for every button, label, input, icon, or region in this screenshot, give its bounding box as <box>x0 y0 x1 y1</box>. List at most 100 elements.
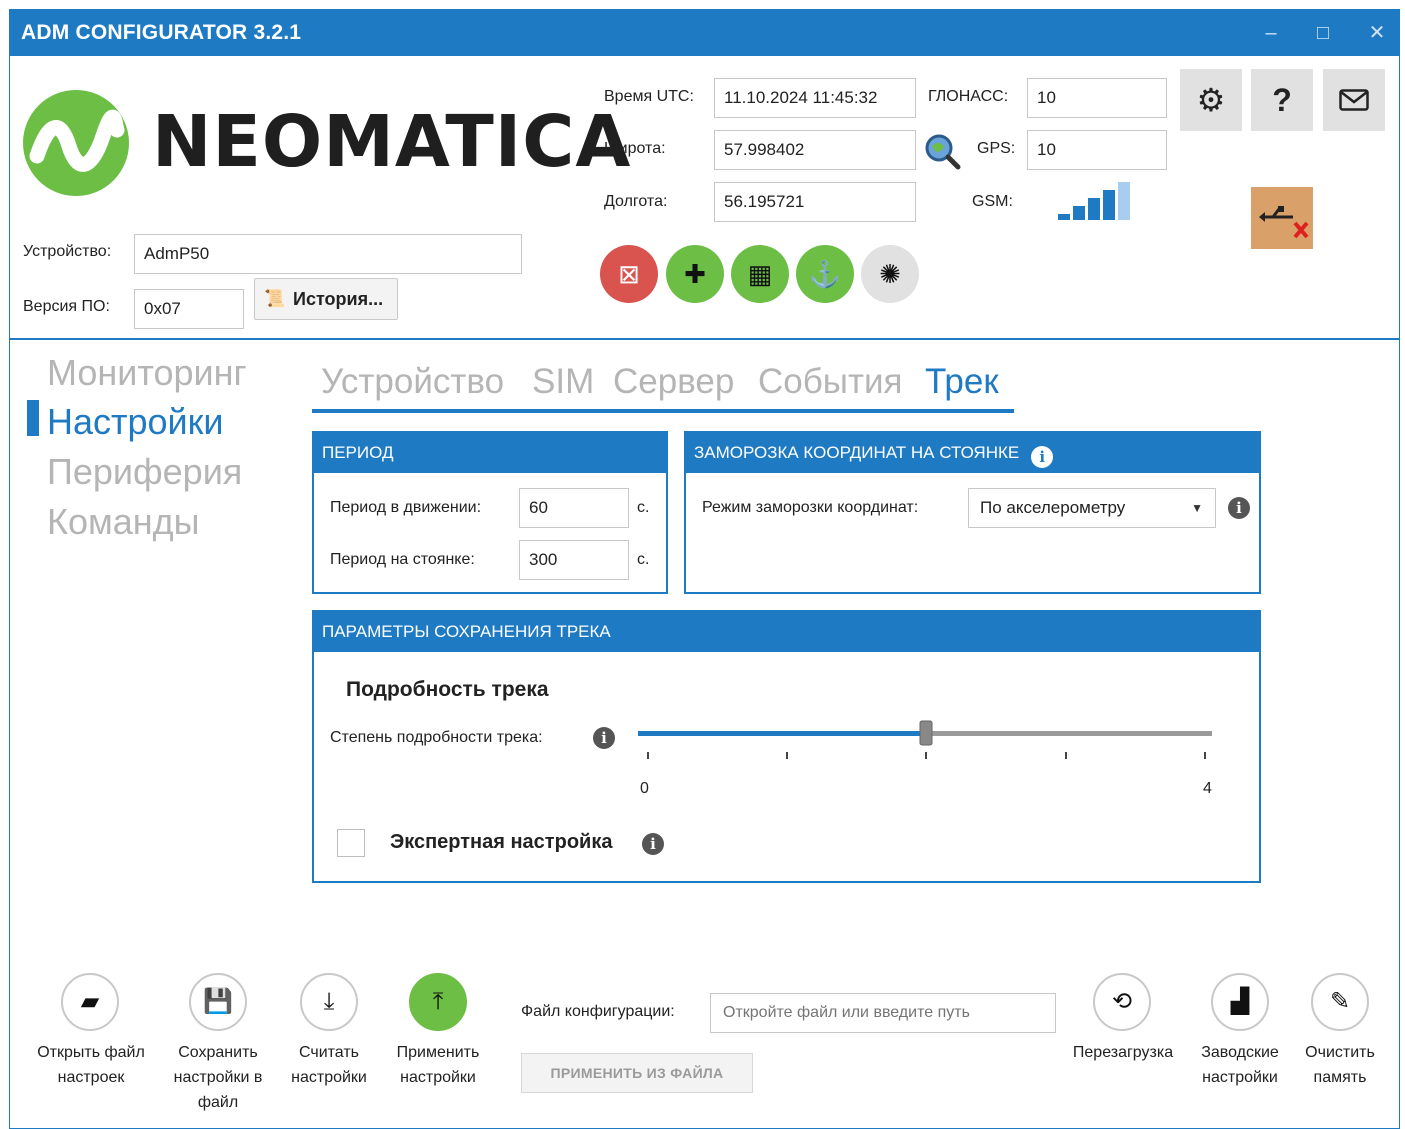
anchor-icon: ⚓ <box>796 245 854 303</box>
sidebar-item-settings[interactable]: Настройки <box>47 401 224 443</box>
tab-sim[interactable]: SIM <box>532 362 594 402</box>
settings-gear-icon[interactable]: ⚙ <box>1180 69 1242 131</box>
freeze-panel: ЗАМОРОЗКА КООРДИНАТ НА СТОЯНКЕ i Режим за… <box>684 431 1261 594</box>
history-button-label: История... <box>293 289 384 309</box>
sidebar-item-peripherals[interactable]: Периферия <box>47 451 242 493</box>
tab-underline <box>312 409 1014 413</box>
factory-label-line1: Заводские <box>1201 1044 1279 1061</box>
open-folder-icon[interactable]: ▰ <box>61 973 119 1031</box>
freeze-panel-header: ЗАМОРОЗКА КООРДИНАТ НА СТОЯНКЕ i <box>686 433 1259 473</box>
save-label-line2: настройки в <box>173 1069 263 1086</box>
open-label-line1: Открыть файл <box>37 1044 145 1061</box>
history-button[interactable]: 📜 История... <box>254 278 398 320</box>
parking-period-label: Период на стоянке: <box>330 551 475 568</box>
slider-min-label: 0 <box>640 780 649 797</box>
save-label-line1: Сохранить <box>178 1044 258 1061</box>
maximize-icon[interactable]: □ <box>1306 18 1340 48</box>
latitude-label: Широта: <box>604 140 666 157</box>
slider-max-label: 4 <box>1203 780 1212 797</box>
config-file-label: Файл конфигурации: <box>521 1003 675 1020</box>
longitude-field: 56.195721 <box>714 182 916 222</box>
map-icon: ▦ <box>731 245 789 303</box>
clear-memory-label[interactable]: Очистить память <box>1295 1040 1385 1090</box>
apply-label-line2: настройки <box>400 1069 476 1086</box>
factory-label-line2: настройки <box>1202 1069 1278 1086</box>
period-panel-header: ПЕРИОД <box>314 433 666 473</box>
track-detail-label: Степень подробности трека: <box>330 729 543 746</box>
expert-label: Экспертная настройка <box>390 831 613 853</box>
longitude-label: Долгота: <box>604 193 668 210</box>
moving-period-unit: с. <box>637 499 650 516</box>
parking-period-unit: с. <box>637 551 650 568</box>
info-icon[interactable]: i <box>593 727 615 749</box>
gps-label: GPS: <box>977 140 1016 157</box>
open-label-line2: настроек <box>57 1069 125 1086</box>
download-icon[interactable]: ⤓ <box>300 973 358 1031</box>
gsm-label: GSM: <box>972 193 1013 210</box>
scroll-icon: 📜 <box>264 289 286 308</box>
factory-settings-label[interactable]: Заводские настройки <box>1190 1040 1290 1090</box>
power-plug-icon: ✚ <box>666 245 724 303</box>
clear-memory-icon[interactable]: ✎ <box>1311 973 1369 1031</box>
tab-events[interactable]: События <box>758 362 902 402</box>
map-search-icon[interactable] <box>922 130 962 170</box>
period-panel: ПЕРИОД Период в движении: 60 с. Период н… <box>312 431 668 594</box>
alarm-light-icon: ✺ <box>861 245 919 303</box>
logo-text: NEOMATICA <box>152 100 632 183</box>
config-file-input[interactable] <box>710 993 1056 1033</box>
logo-mark-icon <box>23 90 129 196</box>
apply-settings-label[interactable]: Применить настройки <box>388 1040 488 1090</box>
mail-icon[interactable] <box>1323 69 1385 131</box>
title-bar: ADM CONFIGURATOR 3.2.1 ‒ □ ✕ <box>10 10 1399 56</box>
info-icon[interactable]: i <box>642 833 664 855</box>
device-field[interactable]: AdmP50 <box>134 234 522 274</box>
tab-server[interactable]: Сервер <box>613 362 734 402</box>
track-detail-slider[interactable] <box>638 718 1214 760</box>
close-icon[interactable]: ✕ <box>1360 18 1394 48</box>
utc-label: Время UTC: <box>604 88 694 105</box>
window-title: ADM CONFIGURATOR 3.2.1 <box>21 21 302 44</box>
firmware-label: Версия ПО: <box>23 298 110 315</box>
save-disk-icon[interactable]: 💾 <box>189 973 247 1031</box>
clear-label-line1: Очистить <box>1305 1044 1375 1061</box>
factory-icon[interactable]: ▟ <box>1211 973 1269 1031</box>
save-label-line3: файл <box>197 1094 239 1111</box>
open-settings-label[interactable]: Открыть файл настроек <box>26 1040 156 1090</box>
moving-period-label: Период в движении: <box>330 499 482 516</box>
sidebar-item-commands[interactable]: Команды <box>47 501 200 543</box>
no-connection-icon: ⊠ <box>600 245 658 303</box>
expert-checkbox[interactable] <box>337 829 365 857</box>
help-icon[interactable]: ? <box>1251 69 1313 131</box>
header-panel: NEOMATICA Устройство: AdmP50 Версия ПО: … <box>10 56 1399 340</box>
clear-label-line2: память <box>1313 1069 1367 1086</box>
track-detail-heading: Подробность трека <box>346 678 549 701</box>
track-panel-header: ПАРАМЕТРЫ СОХРАНЕНИЯ ТРЕКА <box>314 612 1259 652</box>
info-icon[interactable]: i <box>1228 497 1250 519</box>
save-settings-label[interactable]: Сохранить настройки в файл <box>158 1040 278 1115</box>
freeze-mode-value: По акселерометру <box>980 498 1126 517</box>
sidebar-item-monitoring[interactable]: Мониторинг <box>47 352 247 394</box>
tab-track[interactable]: Трек <box>925 362 999 402</box>
apply-from-file-button[interactable]: ПРИМЕНИТЬ ИЗ ФАЙЛА <box>521 1053 753 1093</box>
dropdown-arrow-icon: ▼ <box>1191 501 1203 515</box>
freeze-panel-title: ЗАМОРОЗКА КООРДИНАТ НА СТОЯНКЕ <box>694 443 1020 462</box>
gps-field: 10 <box>1027 130 1167 170</box>
reboot-label[interactable]: Перезагрузка <box>1063 1040 1183 1065</box>
tab-device[interactable]: Устройство <box>321 362 504 402</box>
parking-period-field[interactable]: 300 <box>519 540 629 580</box>
glonass-label: ГЛОНАСС: <box>928 88 1009 105</box>
device-label: Устройство: <box>23 243 112 260</box>
info-icon[interactable]: i <box>1031 446 1054 468</box>
read-label-line1: Считать <box>298 1044 359 1061</box>
firmware-field[interactable]: 0x07 <box>134 289 244 329</box>
sidebar-active-marker <box>27 400 39 436</box>
upload-icon[interactable]: ⤒ <box>409 973 467 1031</box>
moving-period-field[interactable]: 60 <box>519 488 629 528</box>
read-settings-label[interactable]: Считать настройки <box>279 1040 379 1090</box>
usb-disconnected-icon[interactable] <box>1251 187 1313 249</box>
apply-label-line1: Применить <box>396 1044 480 1061</box>
minimize-icon[interactable]: ‒ <box>1254 18 1288 48</box>
gsm-signal-icon <box>1058 182 1138 224</box>
reboot-icon[interactable]: ⟲ <box>1093 973 1151 1031</box>
freeze-mode-select[interactable]: По акселерометру ▼ <box>968 488 1216 528</box>
